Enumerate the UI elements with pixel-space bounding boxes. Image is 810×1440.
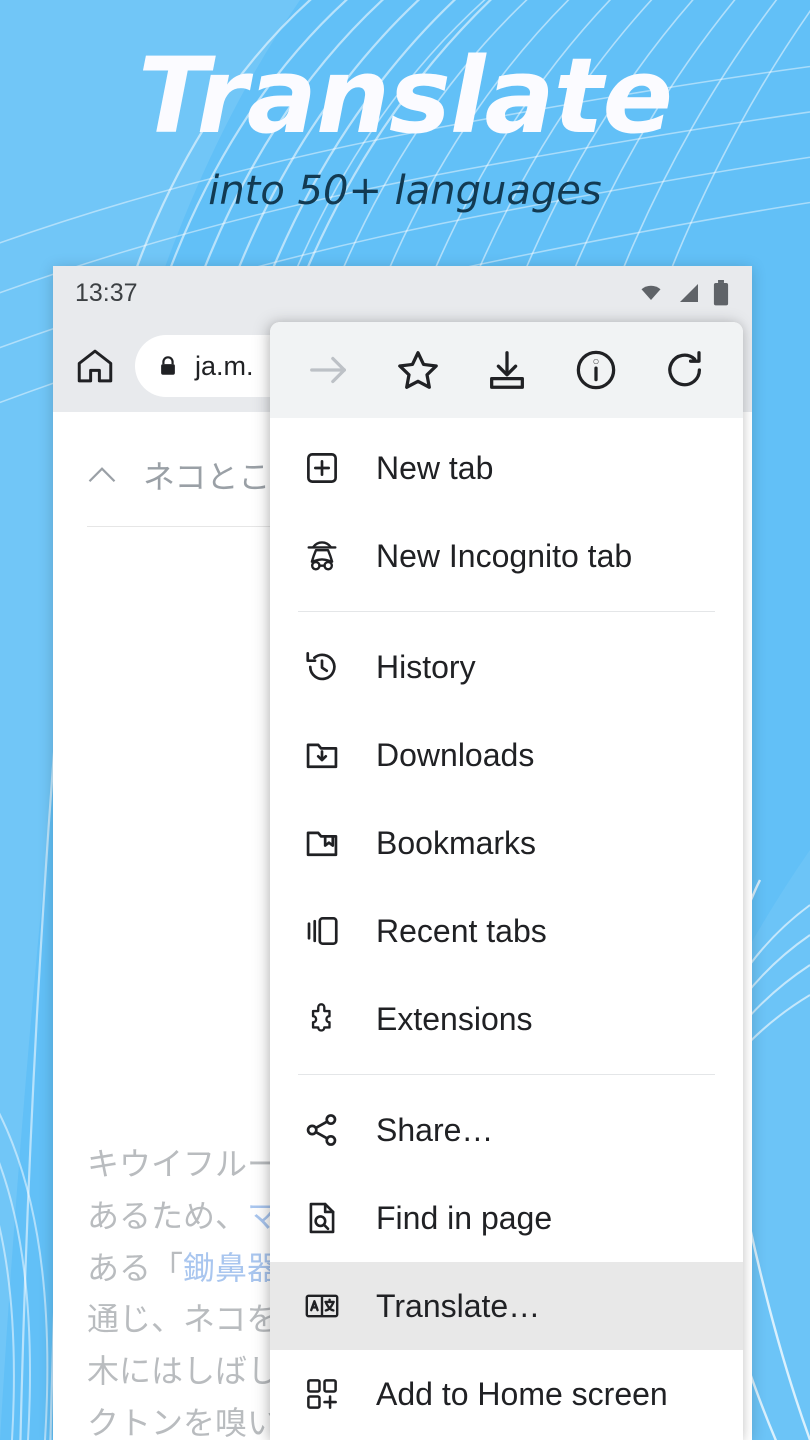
recent-tabs-icon [302, 911, 342, 951]
extensions-puzzle-icon [302, 999, 342, 1039]
menu-item-label: Translate… [376, 1287, 541, 1324]
menu-item-add-to-home-screen[interactable]: Add to Home screen [270, 1350, 743, 1438]
menu-quick-actions [270, 322, 743, 418]
download-icon[interactable] [476, 339, 538, 401]
star-icon[interactable] [387, 339, 449, 401]
share-icon [302, 1110, 342, 1150]
menu-item-label: Recent tabs [376, 912, 547, 949]
menu-item-label: Bookmarks [376, 824, 537, 861]
menu-item-label: History [376, 648, 476, 685]
page-heading-text: ネコとこ [143, 458, 271, 496]
menu-item-label: Share… [376, 1111, 494, 1148]
menu-divider [298, 611, 715, 612]
reload-icon[interactable] [654, 339, 716, 401]
menu-item-label: Find in page [376, 1199, 553, 1236]
status-clock: 13:37 [75, 278, 138, 307]
menu-item-label: Downloads [376, 736, 535, 773]
downloads-folder-icon [302, 735, 342, 775]
article-link[interactable]: 鋤鼻器 [183, 1249, 279, 1287]
lock-icon [161, 356, 175, 375]
forward-arrow-icon[interactable] [298, 339, 360, 401]
menu-item-label: New Incognito tab [376, 537, 633, 574]
signal-icon [680, 284, 698, 302]
translate-icon [302, 1286, 342, 1326]
chevron-up-icon [88, 467, 116, 483]
wifi-icon [641, 285, 661, 300]
menu-divider [298, 1074, 715, 1075]
phone-mockup: 13:37 ja.m. ネコとこ キウイフルーツ あるため、 ある「鋤鼻器 通じ… [53, 266, 752, 1440]
menu-item-label: New tab [376, 449, 494, 486]
status-icons [636, 280, 730, 306]
menu-item-new-tab[interactable]: New tab [270, 424, 743, 512]
find-in-page-icon [302, 1198, 342, 1238]
menu-item-bookmarks[interactable]: Bookmarks [270, 799, 743, 887]
menu-item-translate[interactable]: Translate… [270, 1262, 743, 1350]
menu-item-label: Add to Home screen [376, 1375, 668, 1412]
battery-icon [713, 280, 729, 306]
incognito-icon [302, 536, 342, 576]
menu-item-share[interactable]: Share… [270, 1086, 743, 1174]
menu-item-downloads[interactable]: Downloads [270, 711, 743, 799]
add-to-home-icon [302, 1374, 342, 1414]
overflow-menu: New tab New Incognito tab History Downlo… [270, 322, 743, 1440]
bookmarks-folder-icon [302, 823, 342, 863]
url-text: ja.m. [195, 350, 254, 381]
info-icon[interactable] [565, 339, 627, 401]
menu-item-find-in-page[interactable]: Find in page [270, 1174, 743, 1262]
home-icon[interactable] [67, 338, 123, 394]
menu-item-recent-tabs[interactable]: Recent tabs [270, 887, 743, 975]
menu-item-extensions[interactable]: Extensions [270, 975, 743, 1063]
history-icon [302, 647, 342, 687]
menu-item-label: Extensions [376, 1000, 533, 1037]
status-bar: 13:37 [53, 266, 752, 320]
menu-item-new-incognito-tab[interactable]: New Incognito tab [270, 512, 743, 600]
new-tab-icon [302, 448, 342, 488]
menu-item-history[interactable]: History [270, 623, 743, 711]
menu-items-list: New tab New Incognito tab History Downlo… [270, 418, 743, 1438]
